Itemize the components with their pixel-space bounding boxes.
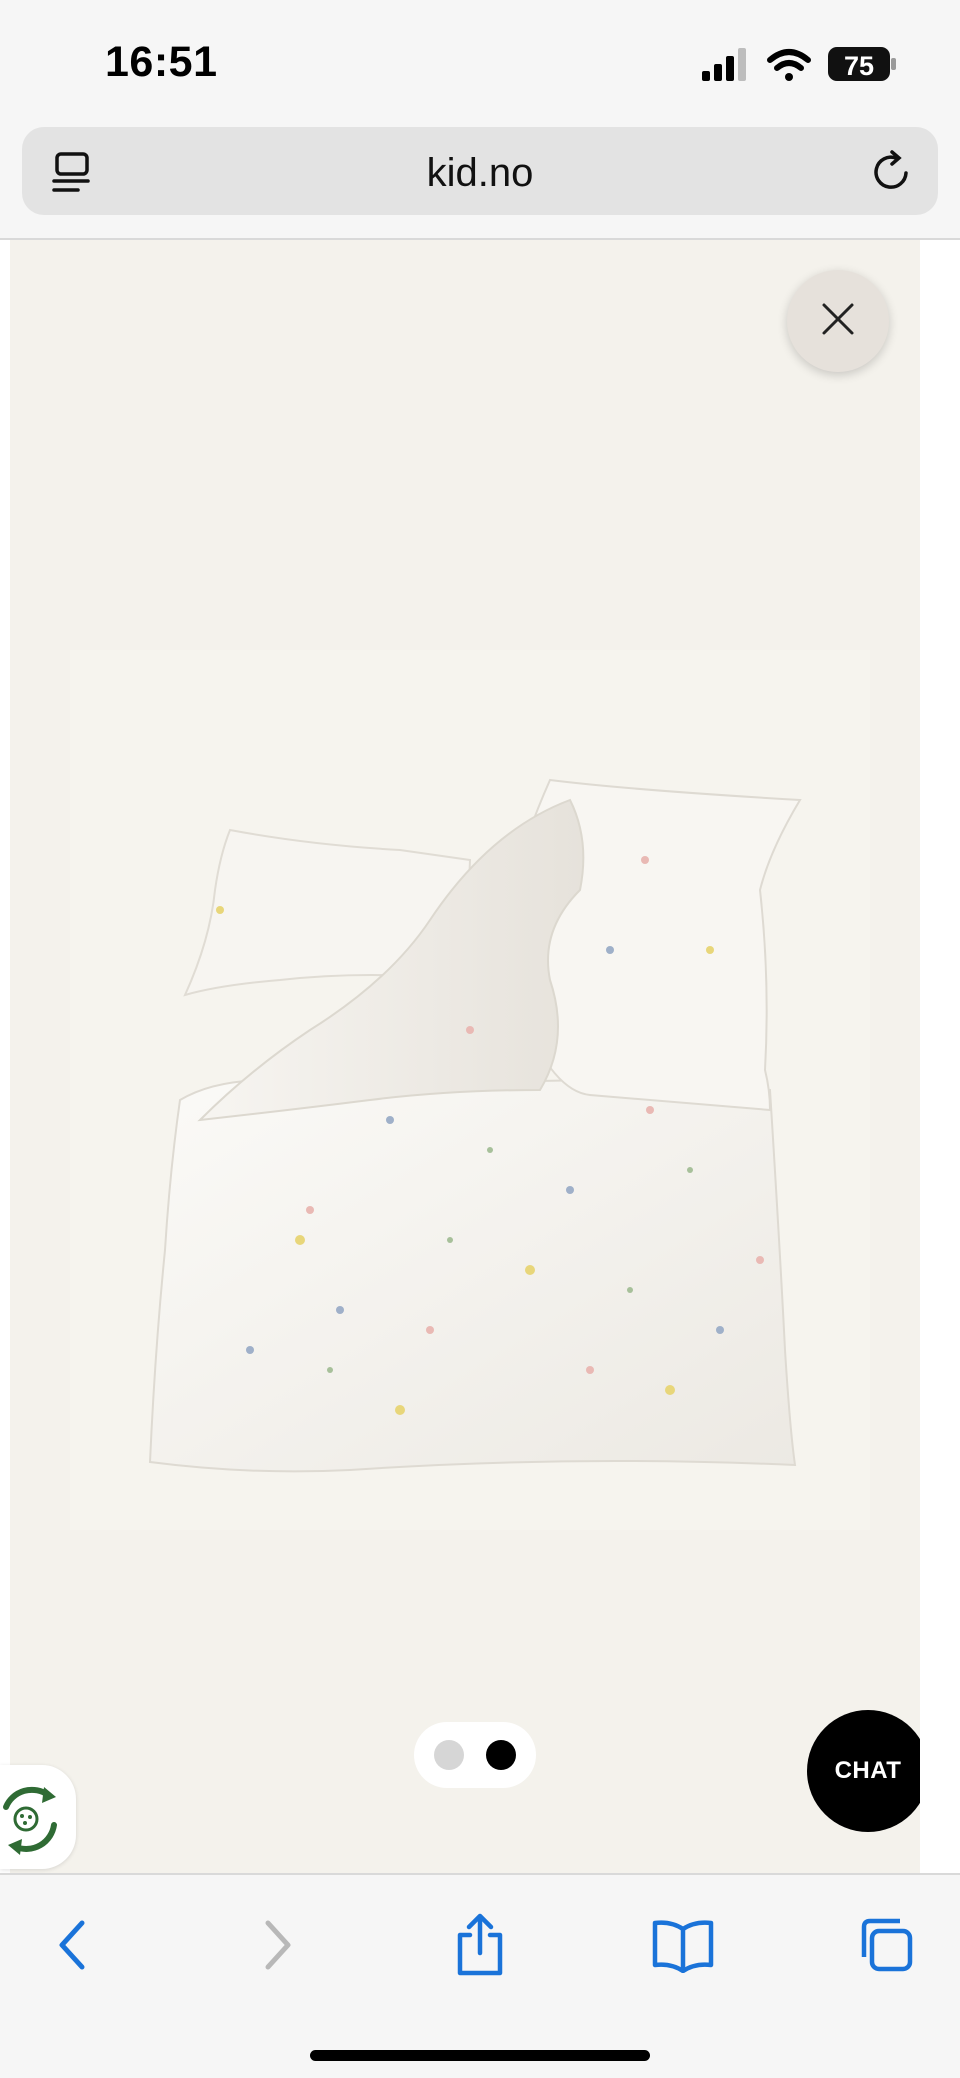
browser-address-area: kid.no — [0, 125, 960, 240]
cellular-signal-icon — [702, 48, 746, 81]
battery-level: 75 — [844, 51, 874, 81]
reload-icon[interactable] — [868, 147, 916, 200]
back-button[interactable] — [36, 1911, 108, 1983]
back-icon — [52, 1917, 92, 1978]
close-button[interactable] — [787, 270, 889, 372]
chat-button[interactable]: CHAT — [807, 1710, 920, 1832]
tabs-button[interactable] — [850, 1911, 922, 1983]
pager-dot-1[interactable] — [434, 1740, 464, 1770]
close-icon — [818, 299, 858, 344]
eco-badge[interactable] — [0, 1765, 76, 1869]
forward-icon — [258, 1917, 298, 1978]
product-photo — [70, 650, 870, 1535]
share-icon — [452, 1913, 508, 1982]
wifi-icon — [767, 49, 811, 81]
address-bar[interactable]: kid.no — [22, 127, 938, 215]
tabs-icon — [856, 1915, 916, 1980]
gallery-pager — [414, 1722, 536, 1788]
status-icons: 75 — [700, 40, 900, 90]
forward-button[interactable] — [242, 1911, 314, 1983]
battery-icon: 75 — [828, 47, 896, 81]
share-button[interactable] — [444, 1911, 516, 1983]
browser-toolbar — [0, 1873, 960, 2078]
bookmarks-icon — [651, 1917, 715, 1978]
status-time: 16:51 — [105, 38, 218, 86]
home-indicator — [310, 2050, 650, 2061]
url-text[interactable]: kid.no — [22, 151, 938, 196]
chat-label: CHAT — [834, 1757, 902, 1784]
bookmarks-button[interactable] — [647, 1911, 719, 1983]
pager-dot-2-active[interactable] — [486, 1740, 516, 1770]
status-bar: 16:51 75 — [0, 0, 960, 125]
product-image-gallery[interactable]: CHAT — [10, 240, 920, 1873]
page-content: CHAT — [0, 240, 960, 1873]
